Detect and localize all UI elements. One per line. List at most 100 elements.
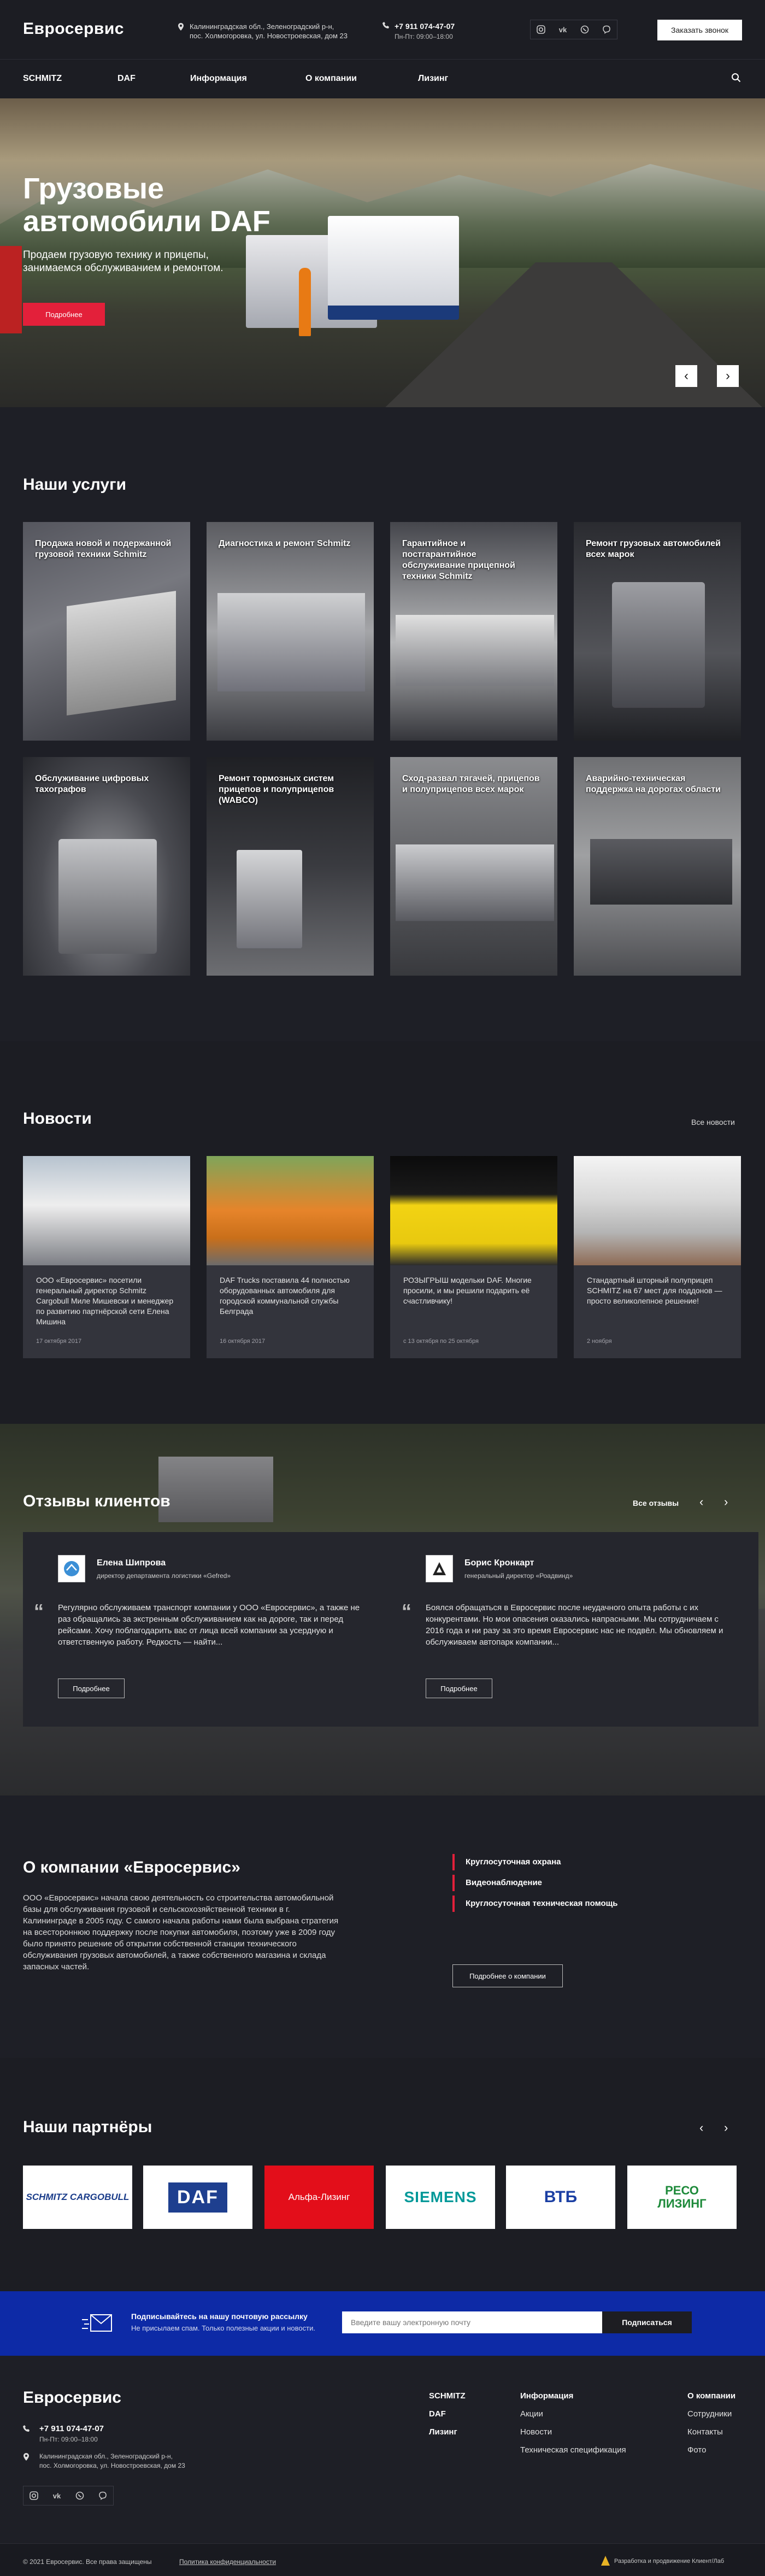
header-phone[interactable]: +7 911 074-47-07 Пн-Пт: 09:00–18:00 <box>382 22 455 40</box>
all-reviews-link[interactable]: Все отзывы <box>633 1499 679 1507</box>
review-text: Боялся обращаться в Евросервис после неу… <box>426 1603 723 1647</box>
developer-link[interactable]: Разработка и продвижение Клиент/Лаб <box>614 2558 724 2565</box>
footer-link-news[interactable]: Новости <box>520 2427 552 2437</box>
logo[interactable]: Евросервис <box>23 20 124 38</box>
service-card[interactable]: Гарантийное и постгарантийное обслуживан… <box>390 522 557 741</box>
news-card[interactable]: ООО «Евросервис» посетили генеральный ди… <box>23 1156 190 1358</box>
viber-icon[interactable] <box>92 2486 113 2505</box>
news-image <box>23 1156 190 1265</box>
service-label: Обслуживание цифровых тахографов <box>35 774 149 794</box>
vk-icon[interactable]: vk <box>46 2486 67 2505</box>
partner-logo-daf[interactable]: DAF <box>143 2166 252 2229</box>
services-title: Наши услуги <box>23 476 127 494</box>
partners-title: Наши партнёры <box>23 2118 152 2136</box>
phone-number[interactable]: +7 911 074-47-07 <box>395 22 455 31</box>
service-card[interactable]: Ремонт тормозных систем прицепов и полуп… <box>207 757 374 976</box>
partner-logo-schmitz[interactable]: SCHMITZ CARGOBULL <box>23 2166 132 2229</box>
review-text: Регулярно обслуживаем транспорт компании… <box>58 1603 360 1647</box>
company-logo-icon <box>58 1555 85 1582</box>
partners-prev-icon[interactable]: ‹ <box>699 2121 703 2135</box>
review-card: Борис Кронкарт генеральный директор «Роа… <box>391 1532 758 1727</box>
footer-social-links: vk <box>23 2486 114 2505</box>
news-text: РОЗЫГРЫШ модельки DAF. Многие просили, и… <box>403 1276 532 1305</box>
partners-next-icon[interactable]: › <box>724 2121 728 2135</box>
service-card[interactable]: Аварийно-техническая поддержка на дорога… <box>574 757 741 976</box>
partner-name: DAF <box>168 2182 227 2213</box>
nav-item-about[interactable]: О компании <box>305 74 357 84</box>
all-news-link[interactable]: Все новости <box>691 1118 735 1126</box>
reviewer-position: генеральный директор «Роадвинд» <box>464 1572 573 1580</box>
feature-item: Видеонаблюдение <box>452 1875 542 1891</box>
subscribe-subtitle: Не присылаем спам. Только полезные акции… <box>131 2324 315 2332</box>
footer-link-daf[interactable]: DAF <box>429 2409 446 2419</box>
service-card[interactable]: Продажа новой и подержанной грузовой тех… <box>23 522 190 741</box>
news-image <box>390 1156 557 1265</box>
news-text: DAF Trucks поставила 44 полностью оборуд… <box>220 1276 350 1316</box>
news-text: Стандартный шторный полуприцеп SCHMITZ н… <box>587 1276 722 1305</box>
address-line: Калининградская обл., Зеленоградский р-н… <box>190 22 334 31</box>
email-input[interactable] <box>342 2311 602 2333</box>
service-card[interactable]: Обслуживание цифровых тахографов <box>23 757 190 976</box>
news-date: 2 ноября <box>587 1338 612 1345</box>
footer-link-contacts[interactable]: Контакты <box>687 2427 723 2437</box>
footer-link-schmitz[interactable]: SCHMITZ <box>429 2391 466 2401</box>
service-card[interactable]: Диагностика и ремонт Schmitz <box>207 522 374 741</box>
footer-phone[interactable]: +7 911 074-47-07 <box>39 2424 104 2433</box>
slider-next-button[interactable]: › <box>717 365 739 387</box>
search-icon[interactable] <box>731 73 741 83</box>
partner-name: ВТБ <box>544 2188 578 2206</box>
hero-subtitle: Продаем грузовую технику и прицепы, зани… <box>23 249 223 274</box>
instagram-icon[interactable] <box>531 20 551 39</box>
vk-icon[interactable]: vk <box>552 20 573 39</box>
nav-item-leasing[interactable]: Лизинг <box>418 74 448 84</box>
footer-bottom-bar: © 2021 Евросервис. Все права защищены По… <box>0 2543 765 2576</box>
reviews-next-icon[interactable]: › <box>724 1495 728 1509</box>
news-title: Новости <box>23 1110 92 1128</box>
developer-logo-icon <box>601 2556 610 2566</box>
footer-link-leasing[interactable]: Лизинг <box>429 2427 457 2437</box>
slider-prev-button[interactable]: ‹ <box>675 365 697 387</box>
whatsapp-icon[interactable] <box>69 2486 90 2505</box>
instagram-icon[interactable] <box>23 2486 44 2505</box>
nav-item-daf[interactable]: DAF <box>117 74 136 84</box>
news-card[interactable]: DAF Trucks поставила 44 полностью оборуд… <box>207 1156 374 1358</box>
news-date: 17 октября 2017 <box>36 1338 82 1345</box>
privacy-link[interactable]: Политика конфиденциальности <box>179 2558 276 2566</box>
review-card: Елена Шипрова директор департамента логи… <box>23 1532 391 1727</box>
about-more-button[interactable]: Подробнее о компании <box>452 1964 563 1987</box>
partner-logo-reso[interactable]: РЕСО ЛИЗИНГ <box>627 2166 737 2229</box>
review-more-button[interactable]: Подробнее <box>426 1679 492 1698</box>
partner-logo-alfa[interactable]: Альфа-Лизинг <box>264 2166 374 2229</box>
footer-link-staff[interactable]: Сотрудники <box>687 2409 732 2419</box>
nav-item-info[interactable]: Информация <box>190 74 247 84</box>
service-label: Ремонт тормозных систем прицепов и полуп… <box>219 774 334 805</box>
address-line: Калининградская обл., Зеленоградский р-н… <box>39 2452 173 2460</box>
footer-info-title[interactable]: Информация <box>520 2391 573 2401</box>
service-card[interactable]: Сход-развал тягачей, прицепов и полуприц… <box>390 757 557 976</box>
nav-item-schmitz[interactable]: SCHMITZ <box>23 74 62 84</box>
header-address: Калининградская обл., Зеленоградский р-н… <box>178 22 348 40</box>
copyright: © 2021 Евросервис. Все права защищены <box>23 2558 152 2566</box>
review-more-button[interactable]: Подробнее <box>58 1679 125 1698</box>
site-header: Евросервис Калининградская обл., Зеленог… <box>0 0 765 59</box>
subscribe-button[interactable]: Подписаться <box>602 2311 692 2333</box>
footer-logo[interactable]: Евросервис <box>23 2389 121 2407</box>
footer-link-specs[interactable]: Техническая спецификация <box>520 2445 626 2455</box>
truck-image <box>58 839 157 954</box>
service-card[interactable]: Ремонт грузовых автомобилей всех марок <box>574 522 741 741</box>
news-card[interactable]: РОЗЫГРЫШ модельки DAF. Многие просили, и… <box>390 1156 557 1358</box>
reviews-prev-icon[interactable]: ‹ <box>699 1495 703 1509</box>
hero-more-button[interactable]: Подробнее <box>23 303 105 326</box>
footer-link-photo[interactable]: Фото <box>687 2445 706 2455</box>
partner-name: SCHMITZ CARGOBULL <box>26 2192 130 2202</box>
truck-image <box>612 582 705 708</box>
quote-icon: “ <box>34 1600 44 1622</box>
partner-logo-vtb[interactable]: ВТБ <box>506 2166 615 2229</box>
partner-logo-siemens[interactable]: SIEMENS <box>386 2166 495 2229</box>
news-card[interactable]: Стандартный шторный полуприцеп SCHMITZ н… <box>574 1156 741 1358</box>
footer-about-title[interactable]: О компании <box>687 2391 735 2401</box>
request-call-button[interactable]: Заказать звонок <box>657 20 742 40</box>
viber-icon[interactable] <box>596 20 617 39</box>
footer-link-promo[interactable]: Акции <box>520 2409 543 2419</box>
whatsapp-icon[interactable] <box>574 20 595 39</box>
